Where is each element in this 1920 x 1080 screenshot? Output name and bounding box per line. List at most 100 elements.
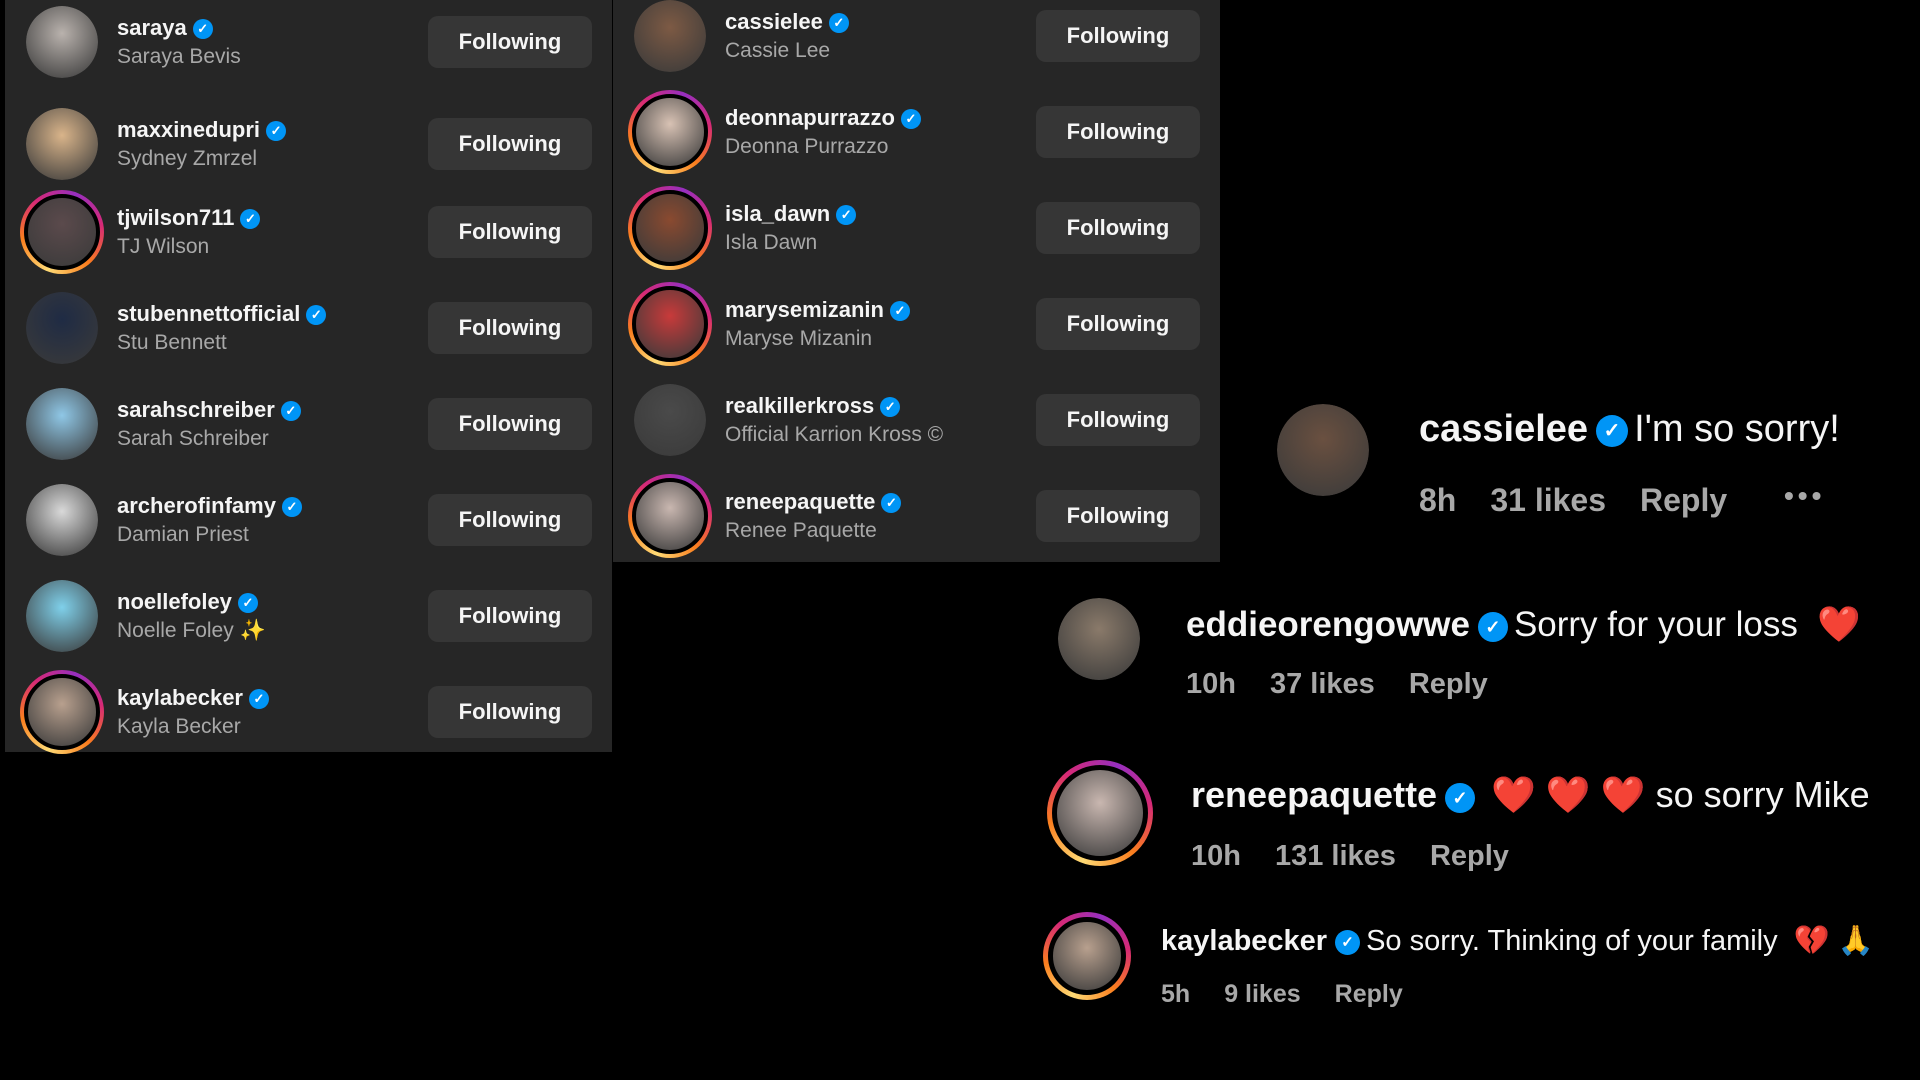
user-names: reneepaquette ✓ Renee Paquette bbox=[725, 489, 902, 543]
avatar[interactable] bbox=[634, 384, 706, 456]
avatar[interactable] bbox=[1043, 912, 1131, 1000]
avatar[interactable] bbox=[20, 670, 104, 754]
username[interactable]: saraya ✓ bbox=[117, 15, 241, 41]
username-text[interactable]: tjwilson711 bbox=[117, 205, 234, 230]
reply-button[interactable]: Reply bbox=[1430, 840, 1509, 872]
avatar[interactable] bbox=[1277, 404, 1369, 496]
comment-username[interactable]: eddieorengowwe bbox=[1186, 605, 1470, 644]
following-button[interactable]: Following bbox=[1036, 490, 1200, 542]
username[interactable]: maxxinedupri ✓ bbox=[117, 117, 287, 143]
following-button[interactable]: Following bbox=[1036, 202, 1200, 254]
avatar[interactable] bbox=[628, 474, 712, 558]
username-text[interactable]: deonnapurrazzo bbox=[725, 105, 895, 130]
avatar[interactable] bbox=[1047, 760, 1153, 866]
following-row: archerofinfamy ✓ Damian Priest Following bbox=[5, 472, 612, 568]
username[interactable]: realkillerkross ✓ bbox=[725, 393, 943, 419]
avatar[interactable] bbox=[20, 190, 104, 274]
username[interactable]: archerofinfamy ✓ bbox=[117, 493, 302, 519]
comment-username[interactable]: reneepaquette bbox=[1191, 774, 1437, 815]
avatar[interactable] bbox=[1058, 598, 1140, 680]
username-text[interactable]: marysemizanin bbox=[725, 297, 884, 322]
following-button[interactable]: Following bbox=[1036, 106, 1200, 158]
username-text[interactable]: stubennettofficial bbox=[117, 301, 300, 326]
avatar[interactable] bbox=[628, 90, 712, 174]
comment-username[interactable]: kaylabecker bbox=[1161, 925, 1327, 957]
full-name: Saraya Bevis bbox=[117, 45, 241, 69]
username-text[interactable]: realkillerkross bbox=[725, 393, 874, 418]
following-button[interactable]: Following bbox=[428, 302, 592, 354]
avatar[interactable] bbox=[628, 282, 712, 366]
avatar-image bbox=[24, 194, 100, 270]
username[interactable]: deonnapurrazzo ✓ bbox=[725, 105, 921, 131]
following-button[interactable]: Following bbox=[428, 686, 592, 738]
reply-button[interactable]: Reply bbox=[1640, 482, 1727, 518]
full-name: Cassie Lee bbox=[725, 39, 849, 63]
comment-text: Sorry for your loss bbox=[1513, 605, 1798, 644]
username[interactable]: tjwilson711 ✓ bbox=[117, 205, 261, 231]
following-row: deonnapurrazzo ✓ Deonna Purrazzo Following bbox=[613, 84, 1220, 180]
full-name: TJ Wilson bbox=[117, 235, 260, 259]
verified-badge-icon: ✓ bbox=[240, 209, 261, 229]
avatar[interactable] bbox=[26, 388, 98, 460]
following-button[interactable]: Following bbox=[428, 118, 592, 170]
comment-likes[interactable]: 131 likes bbox=[1275, 840, 1396, 872]
username-text[interactable]: saraya bbox=[117, 15, 187, 40]
user-names: realkillerkross ✓ Official Karrion Kross © bbox=[725, 393, 943, 447]
comment-likes[interactable]: 37 likes bbox=[1270, 668, 1375, 700]
full-name-text: Maryse Mizanin bbox=[725, 327, 873, 350]
comment-username[interactable]: cassielee bbox=[1419, 408, 1588, 450]
comment-likes[interactable]: 31 likes bbox=[1490, 482, 1606, 518]
user-names: archerofinfamy ✓ Damian Priest bbox=[117, 493, 302, 547]
following-button[interactable]: Following bbox=[428, 590, 592, 642]
avatar[interactable] bbox=[634, 0, 706, 72]
username[interactable]: sarahschreiber ✓ bbox=[117, 397, 301, 423]
verified-badge-icon: ✓ bbox=[836, 205, 857, 225]
comment-likes[interactable]: 9 likes bbox=[1224, 980, 1300, 1008]
verified-badge-icon: ✓ bbox=[237, 593, 258, 613]
full-name-text: Cassie Lee bbox=[725, 39, 831, 62]
full-name: Maryse Mizanin bbox=[725, 327, 910, 351]
full-name: Sarah Schreiber bbox=[117, 427, 301, 451]
following-button[interactable]: Following bbox=[428, 206, 592, 258]
following-button[interactable]: Following bbox=[428, 398, 592, 450]
reply-button[interactable]: Reply bbox=[1409, 668, 1488, 700]
username[interactable]: stubennettofficial ✓ bbox=[117, 301, 327, 327]
username-text[interactable]: isla_dawn bbox=[725, 201, 830, 226]
avatar[interactable] bbox=[26, 580, 98, 652]
following-button[interactable]: Following bbox=[1036, 298, 1200, 350]
comment-time: 8h bbox=[1419, 482, 1457, 518]
comment-text: so sorry Mike bbox=[1655, 774, 1870, 815]
following-button[interactable]: Following bbox=[1036, 394, 1200, 446]
avatar[interactable] bbox=[628, 186, 712, 270]
full-name: Renee Paquette bbox=[725, 519, 901, 543]
full-name-text: Saraya Bevis bbox=[117, 45, 241, 68]
username-text[interactable]: maxxinedupri bbox=[117, 117, 260, 142]
following-button[interactable]: Following bbox=[428, 494, 592, 546]
reply-button[interactable]: Reply bbox=[1335, 980, 1403, 1008]
full-name-text: Official Karrion Kross © bbox=[725, 423, 944, 446]
avatar[interactable] bbox=[26, 292, 98, 364]
username[interactable]: cassielee ✓ bbox=[725, 9, 849, 35]
user-names: marysemizanin ✓ Maryse Mizanin bbox=[725, 297, 910, 351]
following-button[interactable]: Following bbox=[1036, 10, 1200, 62]
username-text[interactable]: reneepaquette bbox=[725, 489, 875, 514]
username-text[interactable]: noellefoley bbox=[117, 589, 232, 614]
more-options-icon[interactable]: ••• bbox=[1784, 480, 1825, 512]
username-text[interactable]: cassielee bbox=[725, 9, 823, 34]
avatar[interactable] bbox=[26, 484, 98, 556]
username[interactable]: marysemizanin ✓ bbox=[725, 297, 910, 323]
avatar[interactable] bbox=[26, 108, 98, 180]
username[interactable]: reneepaquette ✓ bbox=[725, 489, 902, 515]
avatar[interactable] bbox=[26, 6, 98, 78]
username-text[interactable]: archerofinfamy bbox=[117, 493, 276, 518]
username-text[interactable]: sarahschreiber bbox=[117, 397, 275, 422]
username[interactable]: kaylabecker ✓ bbox=[117, 685, 269, 711]
following-row: saraya ✓ Saraya Bevis Following bbox=[5, 0, 612, 90]
user-names: cassielee ✓ Cassie Lee bbox=[725, 9, 849, 63]
following-button[interactable]: Following bbox=[428, 16, 592, 68]
full-name-text: Sydney Zmrzel bbox=[117, 147, 258, 170]
username[interactable]: isla_dawn ✓ bbox=[725, 201, 857, 227]
username[interactable]: noellefoley ✓ bbox=[117, 589, 266, 615]
username-text[interactable]: kaylabecker bbox=[117, 685, 243, 710]
full-name-text: Stu Bennett bbox=[117, 331, 227, 354]
